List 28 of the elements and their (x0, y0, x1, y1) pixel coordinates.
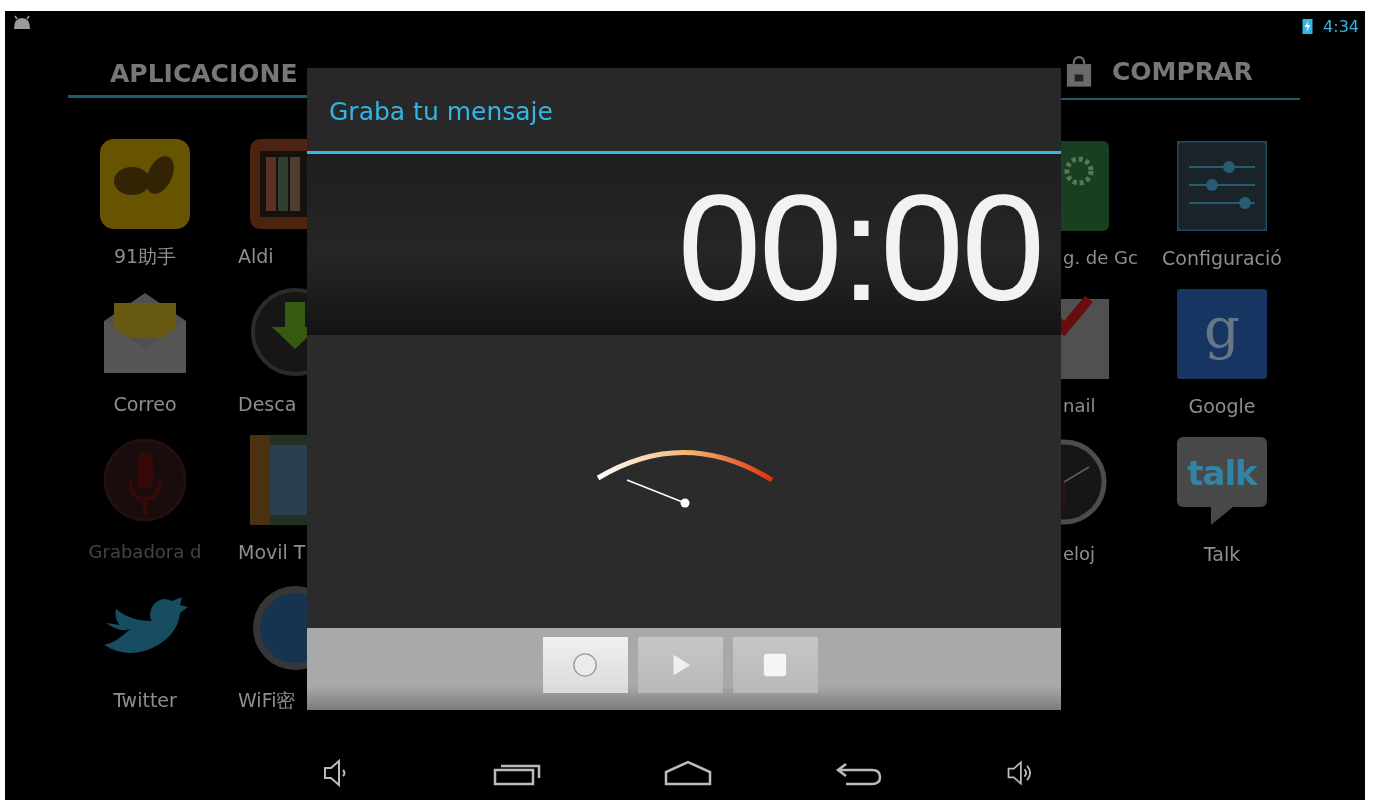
app-label: Twitter (113, 688, 177, 713)
app-label: Movil T (238, 540, 306, 565)
timer-display: 00:00 (677, 173, 1043, 323)
app-label: nail (1062, 394, 1096, 418)
record-button[interactable] (542, 637, 628, 693)
app-label: eloj (1062, 542, 1096, 566)
app-label: Configuració (1162, 246, 1282, 271)
shop-link[interactable]: COMPRAR (1112, 57, 1253, 92)
app-label: WiFi密 (238, 688, 296, 713)
app-label: Grabadora d (88, 540, 202, 564)
app-label: Aldi (238, 244, 274, 269)
app-label: Desca (238, 392, 297, 417)
circle-icon (572, 652, 598, 678)
app-label: Talk (1203, 542, 1241, 567)
app-label: 91助手 (113, 244, 177, 269)
dialog-title: Graba tu mensaje (329, 97, 553, 126)
shopping-bag-icon[interactable] (1066, 54, 1092, 88)
google-tile-icon[interactable]: g (1177, 289, 1267, 379)
stop-button[interactable] (732, 637, 818, 693)
battery-charging-icon (1302, 18, 1314, 34)
stop-icon (762, 652, 788, 678)
app-label: g. de Gc (1062, 246, 1138, 270)
play-button[interactable] (637, 637, 723, 693)
app-label: Correo (113, 392, 177, 417)
clock-time: 4:34 (1323, 16, 1359, 36)
app-label: Google (1188, 394, 1256, 419)
sliders-icon[interactable] (1177, 141, 1267, 231)
android-icon (12, 15, 32, 29)
